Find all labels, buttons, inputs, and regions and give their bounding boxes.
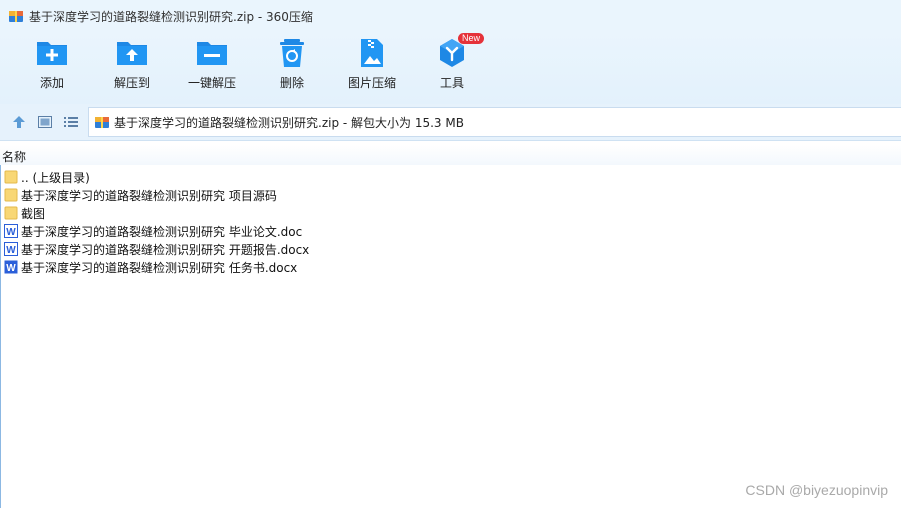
tools-button[interactable]: New 工具	[414, 33, 490, 100]
file-list: .. (上级目录) 基于深度学习的道路裂缝检测识别研究 项目源码 截图 W 基于…	[0, 168, 901, 276]
one-click-extract-label: 一键解压	[187, 76, 236, 90]
column-header-name[interactable]: 名称	[0, 145, 901, 165]
watermark: CSDN @biyezuopinvip	[745, 482, 888, 498]
archive-path-text: 基于深度学习的道路裂缝检测识别研究.zip - 解包大小为 15.3 MB	[114, 115, 464, 130]
delete-label: 删除	[279, 76, 304, 90]
folder-icon	[4, 188, 18, 202]
folder-icon	[4, 170, 18, 184]
toolbar: 添加 解压到 一键解压 删除 图片压缩 New 工具	[0, 32, 901, 104]
delete-button[interactable]: 删除	[254, 38, 330, 100]
list-item-parent-dir[interactable]: .. (上级目录)	[0, 168, 901, 186]
archive-window: 基于深度学习的道路裂缝检测识别研究.zip - 360压缩 添加 解压到 一键解…	[0, 0, 901, 508]
window-title: 基于深度学习的道路裂缝检测识别研究.zip - 360压缩	[29, 9, 313, 24]
file-name: 基于深度学习的道路裂缝检测识别研究 毕业论文.doc	[21, 224, 303, 239]
svg-text:W: W	[6, 227, 16, 238]
add-button[interactable]: 添加	[14, 38, 90, 100]
thumbnail-view-button[interactable]	[36, 113, 54, 131]
list-view-icon	[64, 117, 78, 127]
tools-label: 工具	[439, 76, 464, 90]
arrow-up-icon	[13, 116, 25, 128]
image-compress-button[interactable]: 图片压缩	[334, 38, 410, 100]
extract-to-label: 解压到	[113, 76, 150, 90]
extract-to-icon	[117, 42, 147, 65]
list-item-folder[interactable]: 截图	[0, 204, 901, 222]
column-name-label: 名称	[2, 150, 27, 164]
add-label: 添加	[39, 76, 64, 90]
extract-to-button[interactable]: 解压到	[94, 38, 170, 100]
title-bar: 基于深度学习的道路裂缝检测识别研究.zip - 360压缩	[0, 0, 901, 32]
word-document-icon: W	[4, 242, 18, 256]
word-document-icon: W	[4, 224, 18, 238]
path-bar[interactable]: 基于深度学习的道路裂缝检测识别研究.zip - 解包大小为 15.3 MB	[88, 107, 901, 137]
list-item-document[interactable]: W 基于深度学习的道路裂缝检测识别研究 任务书.docx	[0, 258, 901, 276]
archive-app-icon	[8, 8, 24, 24]
file-name: 基于深度学习的道路裂缝检测识别研究 任务书.docx	[21, 260, 298, 275]
file-name: 基于深度学习的道路裂缝检测识别研究 项目源码	[21, 188, 277, 203]
navigation-bar: 基于深度学习的道路裂缝检测识别研究.zip - 解包大小为 15.3 MB	[0, 104, 901, 141]
list-view-button[interactable]	[62, 113, 80, 131]
new-badge: New	[458, 33, 485, 44]
add-folder-icon	[37, 42, 67, 65]
list-item-document[interactable]: W 基于深度学习的道路裂缝检测识别研究 毕业论文.doc	[0, 222, 901, 240]
up-level-button[interactable]	[10, 113, 28, 131]
list-item-folder[interactable]: 基于深度学习的道路裂缝检测识别研究 项目源码	[0, 186, 901, 204]
one-click-extract-icon	[197, 42, 227, 65]
file-name: 基于深度学习的道路裂缝检测识别研究 开题报告.docx	[21, 242, 310, 257]
archive-file-icon	[94, 114, 110, 130]
delete-icon	[280, 39, 304, 67]
one-click-extract-button[interactable]: 一键解压	[174, 38, 250, 100]
image-compress-icon	[361, 39, 383, 67]
file-name: 截图	[21, 206, 46, 221]
word-document-icon: W	[4, 260, 18, 274]
file-name: .. (上级目录)	[21, 170, 90, 185]
folder-icon	[4, 206, 18, 220]
svg-text:W: W	[6, 245, 16, 256]
svg-text:W: W	[6, 263, 16, 274]
list-item-document[interactable]: W 基于深度学习的道路裂缝检测识别研究 开题报告.docx	[0, 240, 901, 258]
thumbnail-view-icon	[38, 116, 52, 128]
image-compress-label: 图片压缩	[347, 76, 396, 90]
